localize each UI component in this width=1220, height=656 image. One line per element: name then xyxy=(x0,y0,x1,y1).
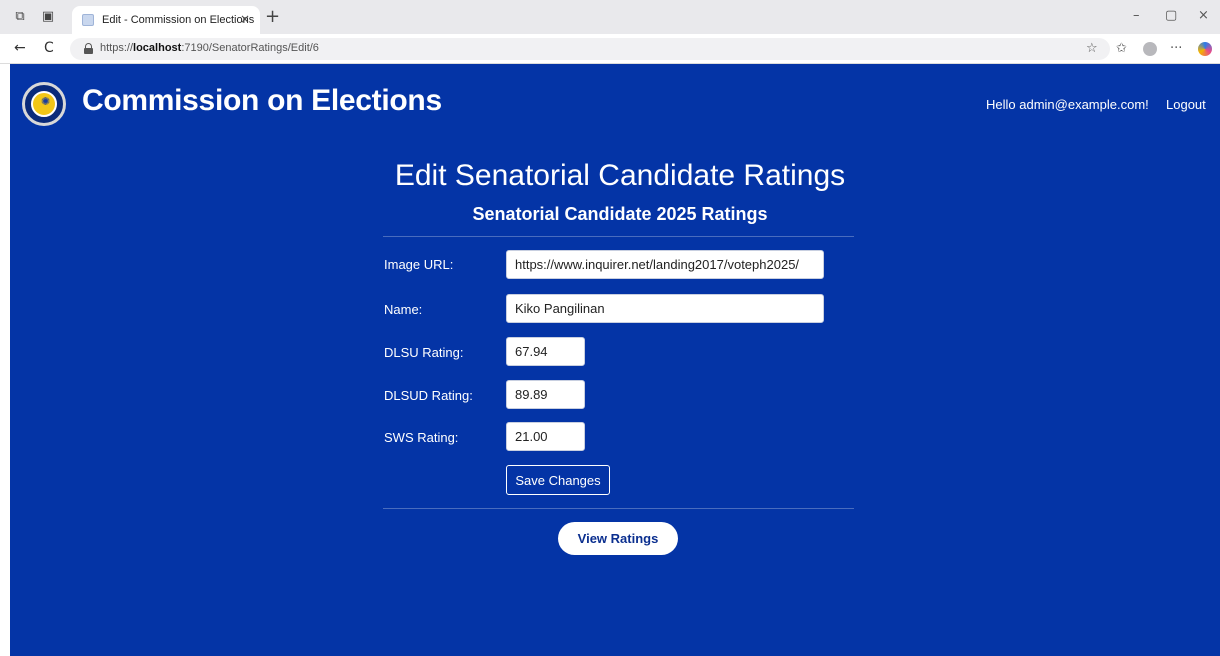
page-subtitle: Senatorial Candidate 2025 Ratings xyxy=(472,204,768,224)
dlsud-rating-input[interactable] xyxy=(506,380,585,409)
save-changes-button[interactable]: Save Changes xyxy=(506,465,610,495)
page-body: ✺ Commission on Elections Hello admin@ex… xyxy=(10,64,1220,656)
seal-emblem: ✺ xyxy=(31,91,57,117)
profile-avatar-icon[interactable] xyxy=(1143,42,1157,56)
favorites-icon[interactable]: ✩ xyxy=(1116,41,1127,56)
dlsud-rating-label: DLSUD Rating: xyxy=(384,388,473,403)
image-url-label: Image URL: xyxy=(384,257,454,272)
browser-tab-bar: ⧉ ▣ Edit - Commission on Elections × + –… xyxy=(0,0,1220,34)
restore-button[interactable]: ▢ xyxy=(1165,8,1177,23)
dlsu-rating-input[interactable] xyxy=(506,337,585,366)
dlsu-rating-label: DLSU Rating: xyxy=(384,345,464,360)
page-favicon-icon xyxy=(82,14,94,26)
image-url-input[interactable] xyxy=(506,250,824,279)
sws-rating-input[interactable] xyxy=(506,422,585,451)
refresh-icon[interactable]: C xyxy=(44,40,54,56)
comelec-seal-logo: ✺ xyxy=(22,82,66,126)
sws-rating-label: SWS Rating: xyxy=(384,430,459,445)
back-arrow-icon[interactable]: ← xyxy=(14,40,26,56)
logout-link[interactable]: Logout xyxy=(1166,97,1206,112)
new-tab-button[interactable]: + xyxy=(265,6,280,27)
url-text: https://localhost:7190/SenatorRatings/Ed… xyxy=(100,42,319,54)
browser-tab[interactable]: Edit - Commission on Elections × xyxy=(72,6,260,34)
tab-close-icon[interactable]: × xyxy=(240,12,250,26)
user-greeting[interactable]: Hello admin@example.com! xyxy=(986,97,1149,112)
view-ratings-button[interactable]: View Ratings xyxy=(558,522,678,555)
site-brand[interactable]: Commission on Elections xyxy=(82,84,442,118)
minimize-button[interactable]: – xyxy=(1133,8,1140,23)
name-label: Name: xyxy=(384,302,423,317)
vertical-tabs-icon[interactable]: ▣ xyxy=(40,9,56,25)
lock-icon[interactable] xyxy=(84,43,93,54)
tab-title: Edit - Commission on Elections xyxy=(102,14,255,26)
page-title: Edit Senatorial Candidate Ratings xyxy=(394,159,846,192)
favorite-star-icon[interactable]: ☆ xyxy=(1086,41,1098,56)
workspaces-icon[interactable]: ⧉ xyxy=(12,9,28,25)
close-window-button[interactable]: × xyxy=(1198,8,1209,23)
sun-icon: ✺ xyxy=(41,95,51,108)
divider xyxy=(383,236,854,237)
divider xyxy=(383,508,854,509)
address-bar[interactable]: https://localhost:7190/SenatorRatings/Ed… xyxy=(70,38,1110,60)
name-input[interactable] xyxy=(506,294,824,323)
copilot-icon[interactable] xyxy=(1198,42,1212,56)
more-options-icon[interactable]: ··· xyxy=(1170,41,1182,56)
browser-toolbar: ← C https://localhost:7190/SenatorRating… xyxy=(0,34,1220,64)
